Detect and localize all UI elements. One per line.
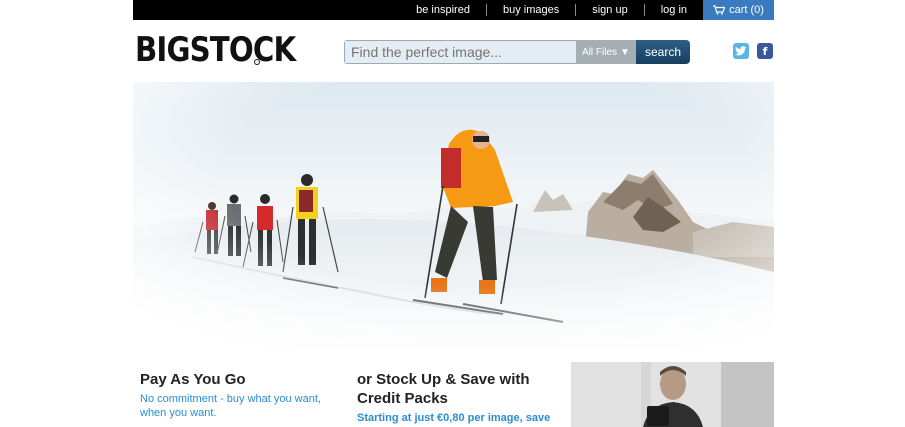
- credit-packs-subtitle[interactable]: Starting at just €0,80 per image, save: [357, 411, 550, 425]
- pay-as-you-go-title: Pay As You Go: [140, 371, 246, 388]
- facebook-icon[interactable]: f: [757, 43, 773, 59]
- pay-as-you-go-line1[interactable]: No commitment - buy what you want,: [140, 392, 321, 406]
- top-bar: be inspired buy images sign up log in ca…: [133, 0, 774, 20]
- top-nav: be inspired buy images sign up log in: [400, 0, 703, 20]
- file-type-filter-label: All Files: [582, 46, 618, 58]
- promo-photo: [571, 362, 774, 427]
- credit-packs-title-line1: or Stock Up & Save with: [357, 371, 530, 388]
- file-type-filter[interactable]: All Files ▼: [576, 40, 636, 64]
- pay-as-you-go-line2[interactable]: when you want.: [140, 406, 216, 420]
- nav-buy-images[interactable]: buy images: [485, 4, 575, 16]
- cart-icon: [713, 5, 726, 15]
- logo[interactable]: BIGSTOCK: [135, 30, 296, 70]
- nav-be-inspired[interactable]: be inspired: [400, 4, 486, 16]
- search-input[interactable]: [344, 40, 576, 64]
- cart-button[interactable]: cart (0): [703, 0, 774, 20]
- registered-mark-icon: [254, 59, 260, 65]
- twitter-icon[interactable]: [733, 43, 749, 59]
- search-bar: All Files ▼ search: [344, 40, 690, 64]
- search-button[interactable]: search: [636, 40, 690, 64]
- hero-image: [133, 82, 774, 350]
- nav-log-in[interactable]: log in: [643, 4, 703, 16]
- nav-sign-up[interactable]: sign up: [575, 4, 643, 16]
- chevron-down-icon: ▼: [620, 46, 630, 58]
- page: be inspired buy images sign up log in ca…: [133, 0, 774, 427]
- credit-packs-title-line2: Credit Packs: [357, 390, 448, 407]
- cart-label: cart (0): [729, 4, 764, 16]
